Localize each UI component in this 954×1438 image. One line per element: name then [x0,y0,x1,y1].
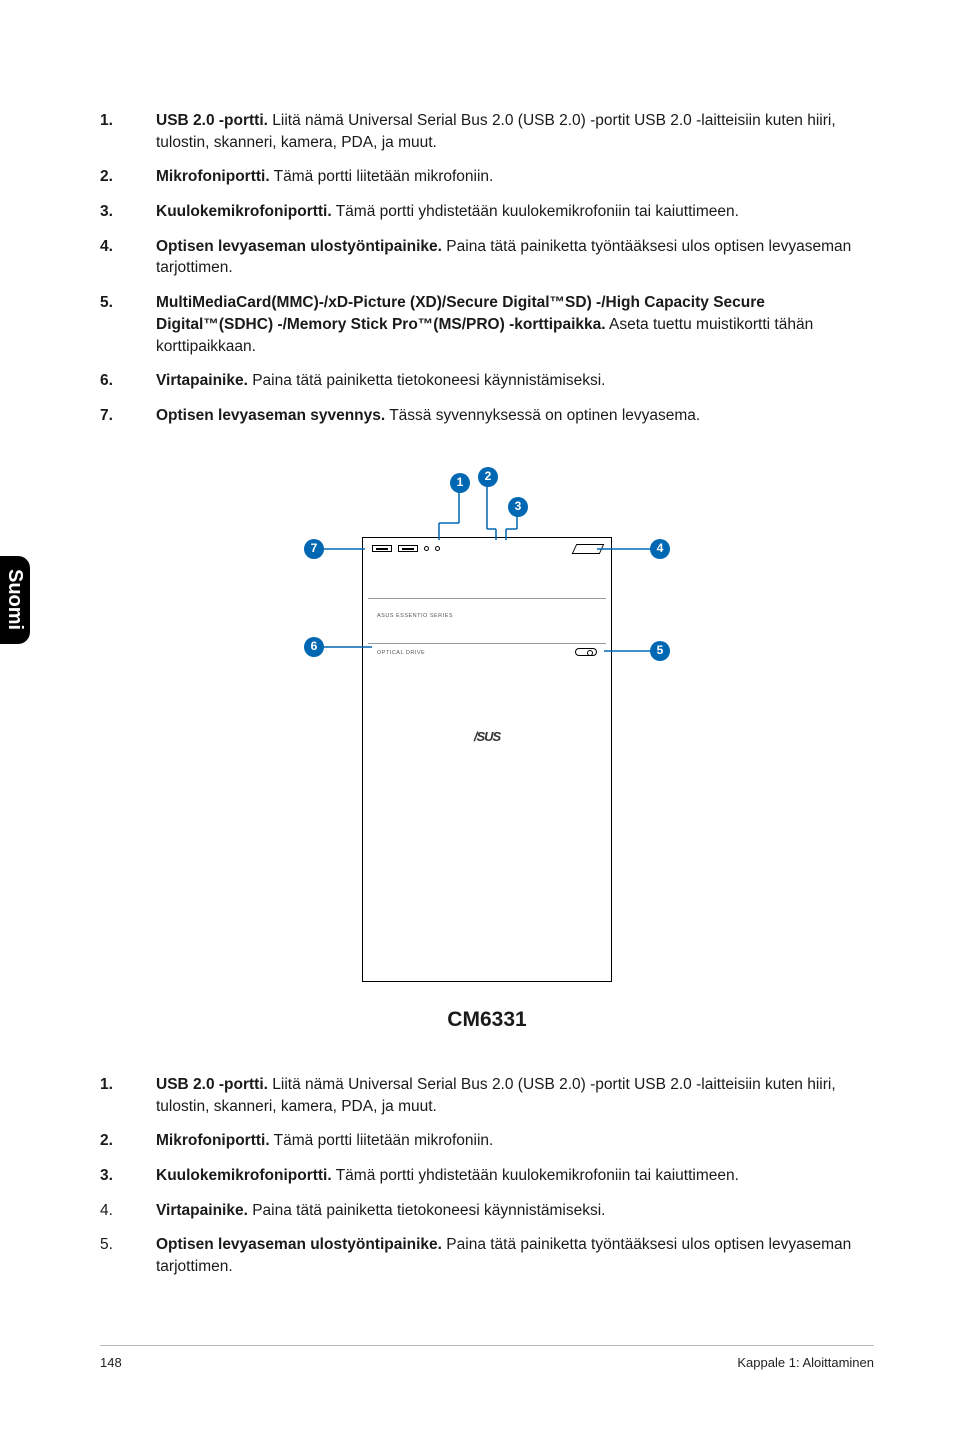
callout-1: 1 [450,473,470,493]
power-button-icon [572,544,605,554]
feature-list-top: 1.USB 2.0 -portti. Liitä nämä Universal … [100,110,874,427]
item-text: Optisen levyaseman ulostyöntipainike. Pa… [156,1234,874,1277]
eject-button-icon [575,648,597,656]
item-number: 2. [100,1130,156,1152]
device-diagram: ASUS ESSENTIO SERIES OPTICAL DRIVE /SUS [100,467,874,1034]
item-text: USB 2.0 -portti. Liitä nämä Universal Se… [156,1074,874,1117]
feature-item: 5.Optisen levyaseman ulostyöntipainike. … [100,1234,874,1277]
device-body: ASUS ESSENTIO SERIES OPTICAL DRIVE /SUS [362,537,612,982]
top-port-panel [366,541,608,557]
feature-item: 2.Mikrofoniportti. Tämä portti liitetään… [100,166,874,188]
item-text: USB 2.0 -portti. Liitä nämä Universal Se… [156,110,874,153]
callout-4: 4 [650,539,670,559]
item-number: 1. [100,110,156,153]
item-number: 2. [100,166,156,188]
headphone-jack-icon [435,546,440,551]
item-number: 5. [100,1234,156,1277]
feature-item: 3.Kuulokemikrofoniportti. Tämä portti yh… [100,1165,874,1187]
page-footer: 148 Kappale 1: Aloittaminen [100,1345,874,1372]
callout-2: 2 [478,467,498,487]
feature-item: 5.MultiMediaCard(MMC)-/xD-Picture (XD)/S… [100,292,874,357]
feature-list-bottom: 1.USB 2.0 -portti. Liitä nämä Universal … [100,1074,874,1278]
item-number: 5. [100,292,156,357]
item-text: Optisen levyaseman ulostyöntipainike. Pa… [156,236,874,279]
item-text: Kuulokemikrofoniportti. Tämä portti yhdi… [156,201,874,223]
usb-port-icon [372,545,392,552]
feature-item: 6.Virtapainike. Paina tätä painiketta ti… [100,370,874,392]
item-text: MultiMediaCard(MMC)-/xD-Picture (XD)/Sec… [156,292,874,357]
feature-item: 3.Kuulokemikrofoniportti. Tämä portti yh… [100,201,874,223]
mic-jack-icon [424,546,429,551]
item-number: 4. [100,1200,156,1222]
item-text: Virtapainike. Paina tätä painiketta tiet… [156,1200,874,1222]
feature-item: 1.USB 2.0 -portti. Liitä nämä Universal … [100,110,874,153]
item-number: 3. [100,1165,156,1187]
item-number: 4. [100,236,156,279]
drive-label: OPTICAL DRIVE [377,650,425,658]
series-label: ASUS ESSENTIO SERIES [377,613,453,621]
feature-item: 7.Optisen levyaseman syvennys. Tässä syv… [100,405,874,427]
callout-5: 5 [650,641,670,661]
usb-port-icon [398,545,418,552]
callout-3: 3 [508,497,528,517]
item-number: 7. [100,405,156,427]
feature-item: 4.Optisen levyaseman ulostyöntipainike. … [100,236,874,279]
callout-7: 7 [304,539,324,559]
model-label: CM6331 [447,1005,526,1034]
optical-drive-bay [368,643,606,644]
chapter-title: Kappale 1: Aloittaminen [737,1354,874,1372]
feature-item: 1.USB 2.0 -portti. Liitä nämä Universal … [100,1074,874,1117]
asus-logo: /SUS [363,728,611,746]
item-text: Virtapainike. Paina tätä painiketta tiet… [156,370,874,392]
item-number: 6. [100,370,156,392]
item-number: 3. [100,201,156,223]
item-text: Mikrofoniportti. Tämä portti liitetään m… [156,1130,874,1152]
feature-item: 2.Mikrofoniportti. Tämä portti liitetään… [100,1130,874,1152]
side-language-tab: Suomi [0,556,30,644]
feature-item: 4.Virtapainike. Paina tätä painiketta ti… [100,1200,874,1222]
item-number: 1. [100,1074,156,1117]
item-text: Kuulokemikrofoniportti. Tämä portti yhdi… [156,1165,874,1187]
callout-6: 6 [304,637,324,657]
panel-divider [368,598,606,599]
item-text: Optisen levyaseman syvennys. Tässä syven… [156,405,874,427]
page-number: 148 [100,1354,122,1372]
item-text: Mikrofoniportti. Tämä portti liitetään m… [156,166,874,188]
